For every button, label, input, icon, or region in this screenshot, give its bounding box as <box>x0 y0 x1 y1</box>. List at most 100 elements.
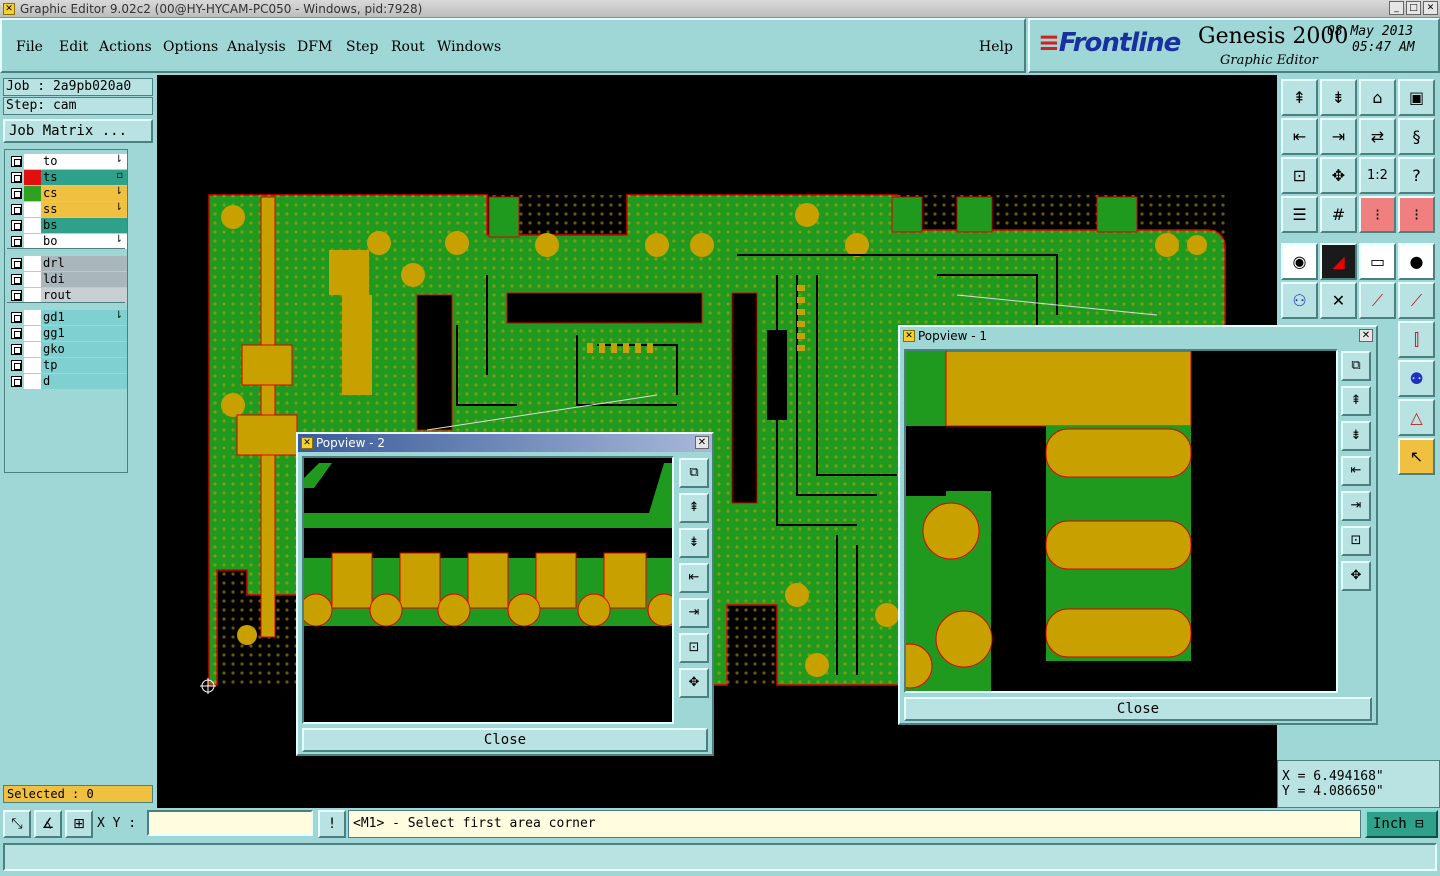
menu-edit[interactable]: Edit <box>59 39 88 55</box>
maximize-button[interactable]: □ <box>1406 1 1421 15</box>
popview-1-canvas[interactable] <box>904 349 1338 693</box>
pan-left-icon[interactable]: ⇤ <box>1281 118 1318 155</box>
layer-row[interactable]: gko <box>7 342 127 357</box>
net-icon[interactable]: ⁝ <box>1359 196 1396 233</box>
pv2-left-icon[interactable]: ⇤ <box>679 563 709 593</box>
layer-checkbox[interactable] <box>11 188 22 199</box>
layer-checkbox[interactable] <box>11 360 22 371</box>
layer-color-swatch[interactable] <box>24 272 41 287</box>
layer-color-swatch[interactable] <box>24 256 41 271</box>
job-matrix-button[interactable]: Job Matrix ... <box>3 119 153 143</box>
layer-checkbox[interactable] <box>11 312 22 323</box>
pv2-pan-icon[interactable]: ✥ <box>679 668 709 698</box>
menu-windows[interactable]: Windows <box>437 39 501 55</box>
popview-1-close-icon[interactable]: ✕ <box>1359 329 1373 342</box>
layer-name[interactable]: ldi <box>41 272 127 287</box>
layer-checkbox[interactable] <box>11 172 22 183</box>
measure-icon[interactable]: ◢ <box>1320 243 1357 280</box>
layer-color-swatch[interactable] <box>24 202 41 217</box>
layer-row[interactable]: bs <box>7 218 127 233</box>
layer-color-swatch[interactable] <box>24 342 41 357</box>
layer-row[interactable]: ss ⇂ <box>7 202 127 217</box>
minimize-button[interactable]: _ <box>1389 1 1404 15</box>
layer-color-swatch[interactable] <box>24 234 41 249</box>
pv1-left-icon[interactable]: ⇤ <box>1341 456 1371 486</box>
popview-2-close-icon[interactable]: ✕ <box>695 436 709 449</box>
xy-input[interactable] <box>147 810 313 836</box>
layer-checkbox[interactable] <box>11 376 22 387</box>
triangle-icon[interactable]: △ <box>1398 399 1435 436</box>
menu-step[interactable]: Step <box>346 39 378 55</box>
layer-color-swatch[interactable] <box>24 288 41 303</box>
layer-color-swatch[interactable] <box>24 326 41 341</box>
pick-icon[interactable]: ◉ <box>1281 243 1318 280</box>
layer-checkbox[interactable] <box>11 258 22 269</box>
layer-color-swatch[interactable] <box>24 358 41 373</box>
window-icon[interactable]: ▣ <box>1398 79 1435 116</box>
unit-select[interactable]: Inch ⊟ <box>1365 810 1438 838</box>
layer-checkbox[interactable] <box>11 290 22 301</box>
home-icon[interactable]: ⌂ <box>1359 79 1396 116</box>
menu-options[interactable]: Options <box>163 39 218 55</box>
layer-name[interactable]: gg1 <box>41 326 127 341</box>
ff-icon[interactable]: ⫿ <box>1398 321 1435 358</box>
menu-actions[interactable]: Actions <box>99 39 152 55</box>
layer-row[interactable]: ldi <box>7 272 127 287</box>
layer-row[interactable]: cs ⇂ <box>7 186 127 201</box>
snap-icon[interactable]: ⤡ <box>3 810 31 838</box>
pan-right-icon[interactable]: ⇥ <box>1320 118 1357 155</box>
layer-color-swatch[interactable] <box>24 374 41 389</box>
layer-row[interactable]: gd1 ⇂ <box>7 310 127 325</box>
pointer-icon[interactable]: ↖ <box>1398 438 1435 475</box>
pv2-down-icon[interactable]: ⇟ <box>679 528 709 558</box>
layer-color-swatch[interactable] <box>24 154 41 169</box>
pv1-pan-icon[interactable]: ✥ <box>1341 561 1371 591</box>
layer-name[interactable]: gko <box>41 342 127 357</box>
layer-checkbox[interactable] <box>11 328 22 339</box>
layer-color-swatch[interactable] <box>24 218 41 233</box>
swap-icon[interactable]: ⇄ <box>1359 118 1396 155</box>
menu-rout[interactable]: Rout <box>391 39 425 55</box>
pv1-up-icon[interactable]: ⇞ <box>1341 386 1371 416</box>
popview-2-close-button[interactable]: Close <box>302 728 708 752</box>
menu-file[interactable]: File <box>16 39 43 55</box>
layer-checkbox[interactable] <box>11 204 22 215</box>
ruler-icon[interactable]: ▭ <box>1359 243 1396 280</box>
connect-icon[interactable]: ⚇ <box>1281 282 1318 319</box>
pv1-fit-icon[interactable]: ⊡ <box>1341 526 1371 556</box>
layer-checkbox[interactable] <box>11 344 22 355</box>
cluster-icon[interactable]: ⚉ <box>1398 360 1435 397</box>
layer-checkbox[interactable] <box>11 156 22 167</box>
layer-name[interactable]: ts <box>41 170 127 185</box>
fit-icon[interactable]: ⊡ <box>1281 157 1318 194</box>
layer-color-swatch[interactable] <box>24 310 41 325</box>
settings-icon[interactable]: ☰ <box>1281 196 1318 233</box>
pv1-down-icon[interactable]: ⇟ <box>1341 421 1371 451</box>
layer-row[interactable]: gg1 <box>7 326 127 341</box>
layer-row[interactable]: to ⇂ <box>7 154 127 169</box>
layer-row[interactable]: rout <box>7 288 127 303</box>
layer-name[interactable]: rout <box>41 288 127 303</box>
pv1-zoom-icon[interactable]: ⧉ <box>1341 351 1371 381</box>
layer-row[interactable]: d <box>7 374 127 389</box>
alert-icon[interactable]: ! <box>318 810 346 838</box>
pv1-right-icon[interactable]: ⇥ <box>1341 491 1371 521</box>
layer-name[interactable]: tp <box>41 358 127 373</box>
angle-icon[interactable]: ∡ <box>34 810 62 838</box>
pv2-fit-icon[interactable]: ⊡ <box>679 633 709 663</box>
layer-row[interactable]: drl <box>7 256 127 271</box>
line-icon[interactable]: ⟋ <box>1359 282 1396 319</box>
dot-icon[interactable]: ● <box>1398 243 1435 280</box>
line-alt-icon[interactable]: ⟋ <box>1398 282 1435 319</box>
scale-icon[interactable]: 1:2 <box>1359 157 1396 194</box>
layer-name[interactable]: drl <box>41 256 127 271</box>
cross-icon[interactable]: ✕ <box>1320 282 1357 319</box>
zoom-bottom-icon[interactable]: ⇟ <box>1320 79 1357 116</box>
grid-icon[interactable]: # <box>1320 196 1357 233</box>
zoom-top-icon[interactable]: ⇞ <box>1281 79 1318 116</box>
menu-help[interactable]: Help <box>979 39 1013 55</box>
help-query-icon[interactable]: ? <box>1398 157 1435 194</box>
pv2-zoom-icon[interactable]: ⧉ <box>679 458 709 488</box>
close-window-button[interactable]: ✕ <box>1423 1 1438 15</box>
popview-1-close-button[interactable]: Close <box>904 697 1372 721</box>
